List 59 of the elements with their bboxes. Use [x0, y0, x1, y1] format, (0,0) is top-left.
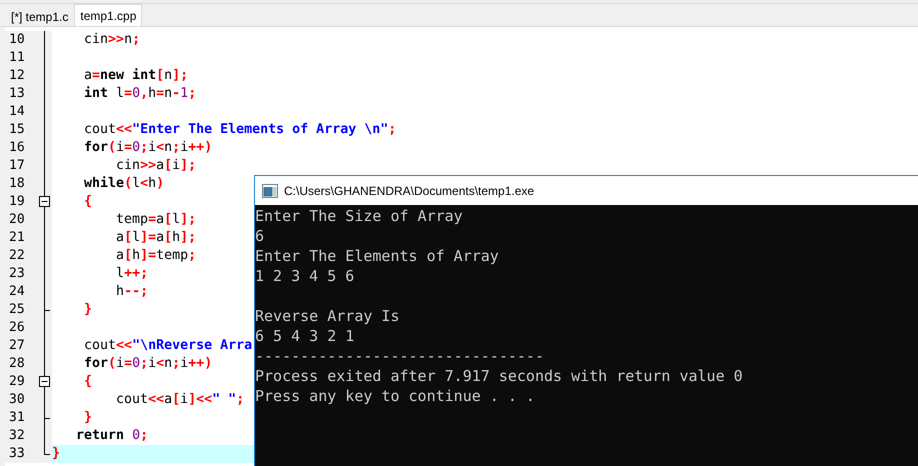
line-number: 19	[8, 193, 26, 211]
code-line: }	[83, 301, 92, 319]
file-tab[interactable]: temp1.cpp	[74, 4, 142, 26]
line-number: 21	[8, 229, 26, 247]
line-number: 26	[8, 319, 26, 337]
code-line: }	[52, 445, 60, 463]
line-number: 10	[8, 31, 26, 49]
code-line: cout<<a[i]<<" ";	[115, 391, 244, 409]
console-window-icon	[262, 184, 278, 198]
line-number: 17	[8, 157, 26, 175]
code-line: {	[83, 193, 92, 211]
line-number: 12	[8, 67, 26, 85]
line-number: 25	[8, 301, 26, 319]
line-number: 18	[8, 175, 26, 193]
line-number: 31	[8, 409, 26, 427]
code-line: a=new int[n];	[83, 67, 188, 85]
code-line: }	[83, 409, 92, 427]
code-line: cin>>n;	[83, 31, 140, 49]
console-output-line: 1 2 3 4 5 6	[255, 266, 356, 286]
console-output-line: 6	[255, 226, 266, 246]
code-line: for(i=0;i<n;i++)	[83, 355, 212, 373]
line-number: 27	[8, 337, 26, 355]
code-line: cout<<"Enter The Elements of Array \n";	[83, 121, 396, 139]
console-output-line: Press any key to continue . . .	[255, 386, 536, 406]
console-output-line: 6 5 4 3 2 1	[255, 326, 356, 346]
line-number: 24	[8, 283, 26, 301]
code-line: while(l<h)	[83, 175, 164, 193]
code-line: a[h]=temp;	[115, 247, 196, 265]
console-output-line: Reverse Array Is	[255, 306, 400, 326]
line-number: 30	[8, 391, 26, 409]
code-line: l++;	[115, 265, 148, 283]
code-line: cin>>a[i];	[115, 157, 196, 175]
code-line: {	[83, 373, 92, 391]
line-number: 32	[8, 427, 26, 445]
collapse-icon[interactable]	[39, 196, 50, 207]
collapse-icon[interactable]	[39, 376, 50, 387]
code-line: return 0;	[75, 427, 148, 445]
line-number: 16	[8, 139, 26, 157]
code-line: cout<<"\nReverse Arra	[83, 337, 252, 355]
console-output-line: Enter The Elements of Array	[255, 246, 500, 266]
console-output-line: --------------------------------	[255, 346, 545, 366]
code-line: h--;	[115, 283, 148, 301]
console-output-line: Process exited after 7.917 seconds with return value 0	[255, 366, 744, 386]
code-line: int l=0,h=n-1;	[83, 85, 196, 103]
console-output-line: Enter The Size of Array	[255, 206, 464, 226]
line-number: 11	[8, 49, 26, 67]
line-number: 22	[8, 247, 26, 265]
line-number: 14	[8, 103, 26, 121]
line-number: 23	[8, 265, 26, 283]
code-line: for(i=0;i<n;i++)	[83, 139, 212, 157]
line-number: 13	[8, 85, 26, 103]
line-number: 29	[8, 373, 26, 391]
line-number: 20	[8, 211, 26, 229]
line-number: 28	[8, 355, 26, 373]
code-line: a[l]=a[h];	[115, 229, 196, 247]
line-number: 15	[8, 121, 26, 139]
code-line: temp=a[l];	[115, 211, 196, 229]
window-title: C:\Users\GHANENDRA\Documents\temp1.exe	[284, 184, 534, 198]
line-number: 33	[8, 445, 26, 463]
